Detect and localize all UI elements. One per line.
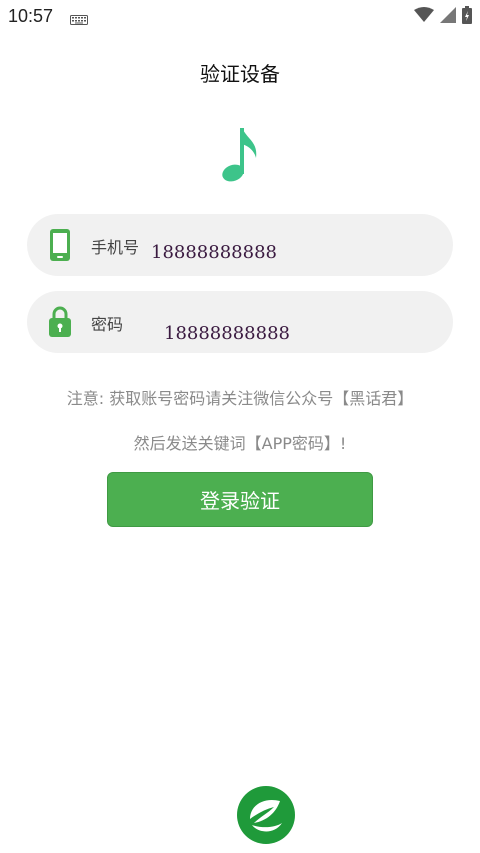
status-bar: 10:57 [0, 0, 480, 34]
password-field-row[interactable]: 密码 [27, 291, 453, 353]
keyboard-icon [70, 10, 88, 29]
music-note-icon [218, 124, 262, 184]
notice-text-1: 注意: 获取账号密码请关注微信公众号【黑话君】 [66, 389, 414, 408]
leaf-logo-icon [236, 785, 296, 845]
login-verify-button[interactable]: 登录验证 [107, 472, 373, 527]
phone-icon [47, 228, 73, 262]
phone-field-row[interactable]: 手机号 [27, 214, 453, 276]
signal-icon [440, 7, 456, 27]
battery-icon [462, 6, 472, 28]
screen: 10:57 验证设备 手机号 18888888888 密码 1888888888… [0, 0, 480, 853]
status-time: 10:57 [8, 6, 54, 26]
phone-input[interactable] [151, 242, 391, 263]
password-input[interactable] [164, 323, 404, 344]
notice-text-2: 然后发送关键词【APP密码】! [133, 434, 347, 453]
page-title: 验证设备 [200, 62, 280, 86]
phone-label: 手机号 [91, 238, 140, 257]
password-label: 密码 [91, 315, 124, 334]
status-icons [414, 6, 472, 28]
wifi-icon [414, 7, 434, 27]
lock-icon [47, 305, 73, 339]
